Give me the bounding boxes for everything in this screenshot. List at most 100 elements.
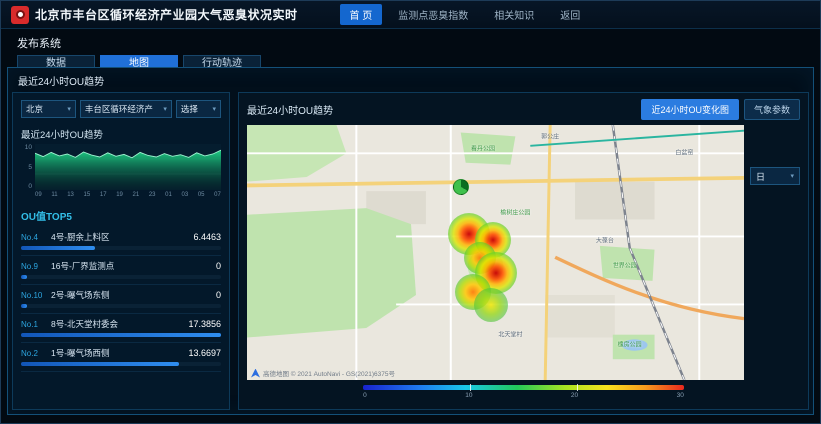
left-panel: 北京 ▾ 丰台区循环经济产 ▾ 选择 ▾ 最近24小时OU趋势 10 5 0: [12, 92, 230, 410]
page-title: 北京市丰台区循环经济产业园大气恶臭状况实时: [35, 6, 298, 23]
city-select[interactable]: 北京 ▾: [21, 100, 76, 118]
filter-selects: 北京 ▾ 丰台区循环经济产 ▾ 选择 ▾: [21, 100, 221, 118]
x-tick-label: 05: [198, 192, 205, 198]
main-frame: 最近24小时OU趋势 北京 ▾ 丰台区循环经济产 ▾ 选择 ▾: [7, 67, 814, 415]
legend-tick-label: 0: [363, 392, 367, 399]
station-name: 2号-曝气场东侧: [51, 289, 212, 301]
x-tick-label: 23: [149, 192, 156, 198]
rank-label: No.10: [21, 291, 47, 300]
ou-value: 13.6697: [188, 348, 221, 358]
y-tick-label: 10: [21, 144, 32, 151]
map-place-label: 大葆台: [596, 235, 614, 244]
station-name: 8号-北天堂村委会: [51, 318, 184, 330]
legend-tick-mark: [577, 384, 578, 391]
map-base: [247, 125, 744, 380]
station-name: 4号-厨余上料区: [51, 231, 189, 243]
ou-top5-title: OU值TOP5: [21, 208, 221, 223]
nav-item-odor-index[interactable]: 监测点恶臭指数: [388, 4, 478, 25]
top5-item: No.2 1号-曝气场西侧 13.6697: [21, 343, 221, 372]
y-tick-label: 0: [21, 183, 32, 190]
x-tick-label: 07: [214, 192, 221, 198]
map-place-label: 北天堂村: [498, 330, 522, 339]
chevron-down-icon: ▾: [67, 105, 71, 113]
ou-change-chart-button[interactable]: 近24小时OU变化图: [641, 99, 739, 120]
legend-tick-label: 30: [677, 392, 684, 399]
y-tick-label: 5: [21, 164, 32, 171]
map-panel: 最近24小时OU趋势 近24小时OU变化图 气象参数: [238, 92, 809, 410]
map-body: 高德地图 © 2021 AutoNavi - GS(2021)6375号 看丹公…: [247, 125, 800, 380]
title-bar: 北京市丰台区循环经济产业园大气恶臭状况实时 首 页 监测点恶臭指数 相关知识 返…: [1, 1, 820, 29]
map-title: 最近24小时OU趋势: [247, 102, 636, 117]
ou-value: 17.3856: [188, 319, 221, 329]
x-tick-label: 21: [133, 192, 140, 198]
legend-gradient-bar: [363, 385, 684, 390]
park-select-value: 丰台区循环经济产: [85, 103, 153, 115]
rank-label: No.9: [21, 262, 47, 271]
progress-bar: [21, 275, 221, 279]
map-side-controls: 日 ▾: [750, 125, 800, 380]
map-canvas[interactable]: 高德地图 © 2021 AutoNavi - GS(2021)6375号 看丹公…: [247, 125, 744, 380]
city-select-value: 北京: [26, 103, 43, 115]
amap-logo-icon: [251, 369, 260, 378]
map-place-label: 世界公园: [613, 261, 637, 270]
top5-item: No.1 8号-北天堂村委会 17.3856: [21, 314, 221, 343]
chevron-down-icon: ▾: [163, 105, 167, 113]
main-nav: 首 页 监测点恶臭指数 相关知识 返回: [340, 4, 591, 25]
ou-value: 6.4463: [193, 232, 221, 242]
map-place-label: 槐房公园: [618, 340, 642, 349]
chevron-down-icon: ▾: [212, 105, 216, 113]
heatmap-legend: 0 10 20 30: [247, 385, 800, 403]
map-copyright-text: 高德地图 © 2021 AutoNavi - GS(2021)6375号: [263, 368, 395, 378]
rank-label: No.2: [21, 349, 47, 358]
chart-x-axis: 091113151719212301030507: [21, 192, 221, 198]
map-place-label: 榆树庄公园: [500, 207, 530, 216]
progress-bar: [21, 246, 221, 250]
station-pie-marker[interactable]: [453, 179, 469, 195]
rank-label: No.1: [21, 320, 47, 329]
map-place-label: 看丹公园: [471, 143, 495, 152]
ou-top5-list: No.4 4号-厨余上料区 6.4463 No.9 16号-厂界监测点 0: [21, 227, 221, 372]
progress-bar: [21, 362, 221, 366]
progress-bar: [21, 333, 221, 337]
x-tick-label: 11: [51, 192, 57, 198]
progress-fill: [21, 333, 221, 337]
top5-item: No.10 2号-曝气场东侧 0: [21, 285, 221, 314]
weather-params-button[interactable]: 气象参数: [744, 99, 800, 120]
progress-fill: [21, 362, 179, 366]
x-tick-label: 15: [84, 192, 91, 198]
period-select[interactable]: 日 ▾: [750, 167, 800, 185]
station-select[interactable]: 选择 ▾: [176, 100, 221, 118]
x-tick-label: 09: [35, 192, 42, 198]
map-place-label: 郭公庄: [541, 132, 559, 141]
nav-item-back[interactable]: 返回: [550, 4, 590, 25]
rank-label: No.4: [21, 233, 47, 242]
section-title: 最近24小时OU趋势: [8, 68, 813, 92]
x-tick-label: 01: [165, 192, 172, 198]
map-header: 最近24小时OU趋势 近24小时OU变化图 气象参数: [247, 99, 800, 120]
ou-trend-chart-title: 最近24小时OU趋势: [21, 127, 221, 141]
station-select-value: 选择: [181, 103, 198, 115]
x-tick-label: 03: [182, 192, 189, 198]
x-tick-label: 13: [67, 192, 74, 198]
x-tick-label: 17: [100, 192, 107, 198]
progress-fill: [21, 246, 95, 250]
publish-system-label: 发布系统: [1, 29, 820, 51]
park-select[interactable]: 丰台区循环经济产 ▾: [80, 100, 172, 118]
nav-item-home[interactable]: 首 页: [340, 4, 383, 25]
ou-value: 0: [216, 261, 221, 271]
nav-item-knowledge[interactable]: 相关知识: [484, 4, 544, 25]
map-attribution: 高德地图 © 2021 AutoNavi - GS(2021)6375号: [251, 368, 395, 378]
legend-tick-labels: 0 10 20 30: [363, 392, 684, 399]
top5-item: No.4 4号-厨余上料区 6.4463: [21, 227, 221, 256]
legend-tick-label: 10: [465, 392, 472, 399]
ou-value: 0: [216, 290, 221, 300]
area-chart: [35, 144, 221, 190]
station-name: 16号-厂界监测点: [51, 260, 212, 272]
progress-fill: [21, 275, 27, 279]
progress-fill: [21, 304, 27, 308]
map-place-label: 白盆窑: [675, 147, 693, 156]
ou-trend-chart: 10 5 0: [21, 144, 221, 190]
app-logo-icon: [11, 6, 29, 24]
app-window: 北京市丰台区循环经济产业园大气恶臭状况实时 首 页 监测点恶臭指数 相关知识 返…: [0, 0, 821, 424]
legend-tick-label: 20: [571, 392, 578, 399]
